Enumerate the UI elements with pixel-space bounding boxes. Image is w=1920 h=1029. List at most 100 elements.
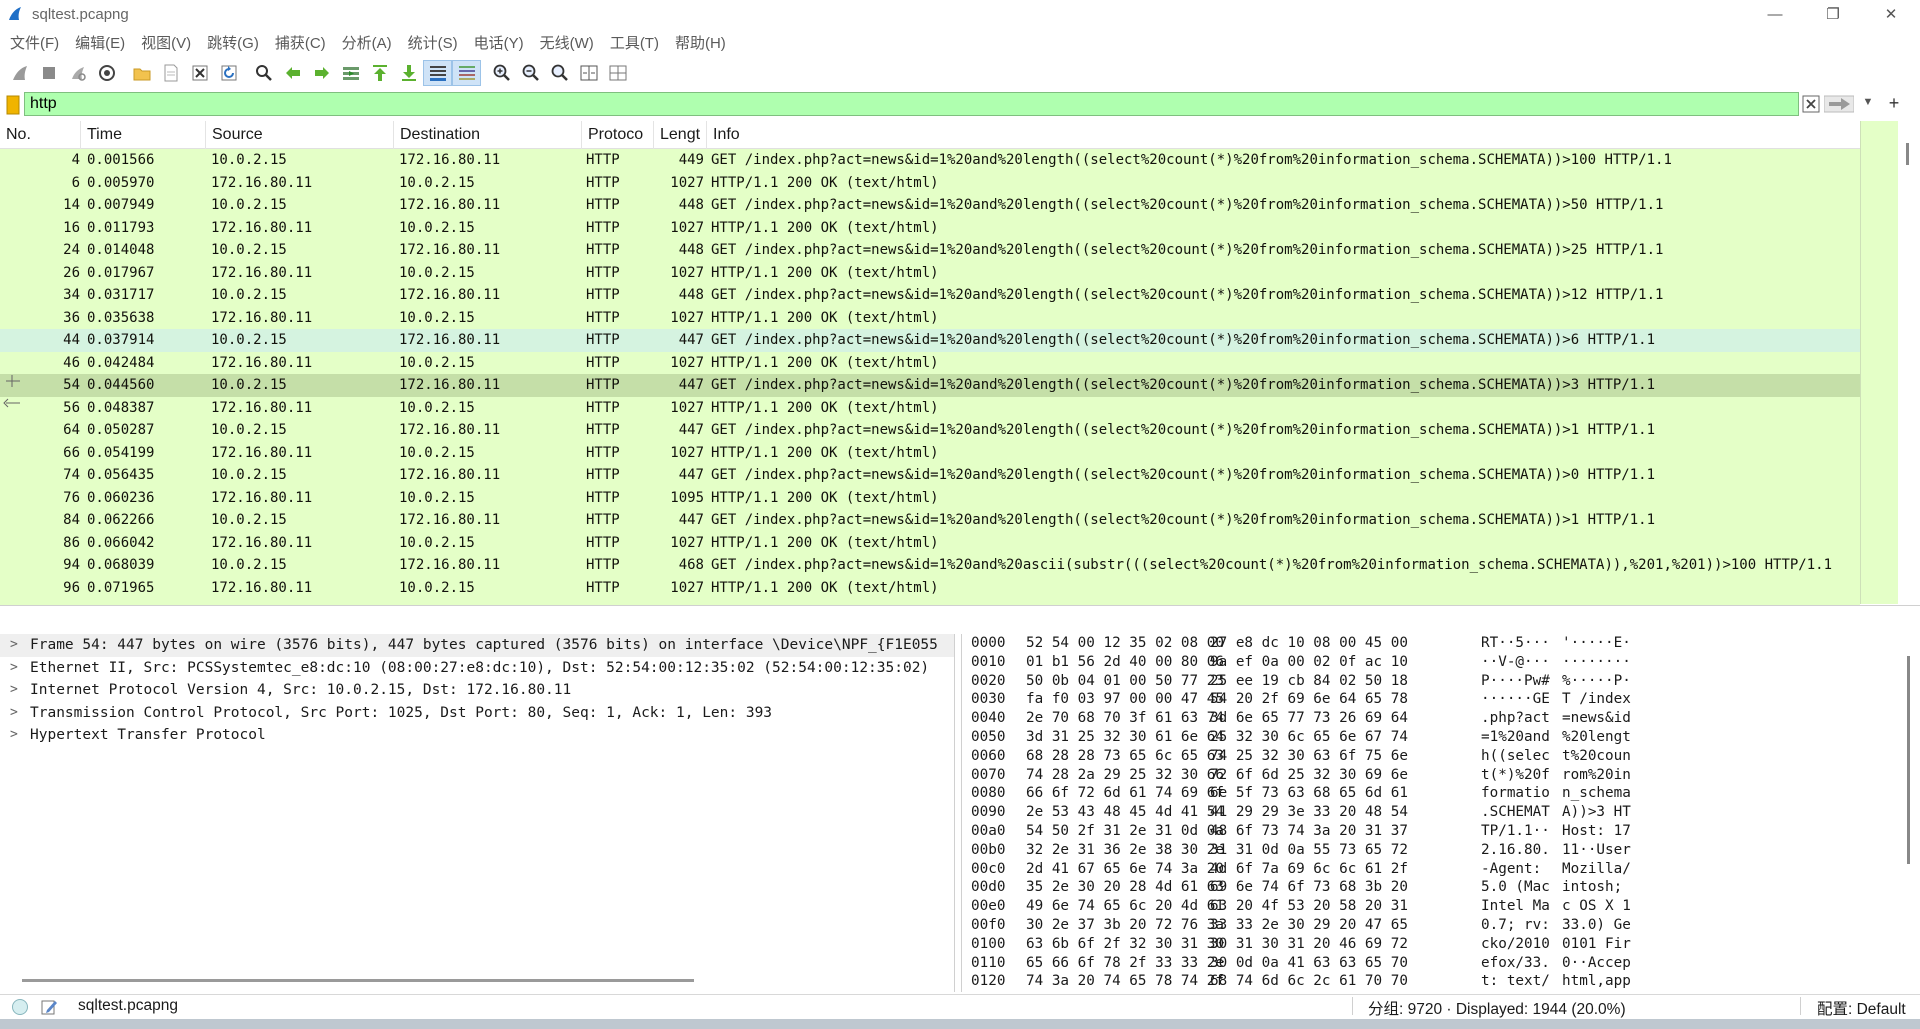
menu-tools[interactable]: 工具(T) <box>602 32 667 53</box>
close-window-button[interactable]: ✕ <box>1862 0 1920 28</box>
go-to-packet-button[interactable] <box>336 60 365 86</box>
column-header-source[interactable]: Source <box>206 121 394 149</box>
zoom-out-button[interactable] <box>516 60 545 86</box>
detail-row-http[interactable]: > Hypertext Transfer Protocol <box>0 724 954 747</box>
minimize-button[interactable]: — <box>1746 0 1804 28</box>
hex-dump-row[interactable]: 00b0 32 2e 31 36 2e 38 30 2e 31 31 0d 0a 5… <box>962 841 1902 860</box>
menu-capture[interactable]: 捕获(C) <box>267 32 334 53</box>
hex-dump-row[interactable]: 00a0 54 50 2f 31 2e 31 0d 0a 48 6f 73 74 3… <box>962 822 1902 841</box>
expert-info-icon[interactable] <box>12 999 28 1015</box>
chevron-right-icon[interactable]: > <box>10 657 18 680</box>
restart-capture-button[interactable] <box>63 60 92 86</box>
hex-dump-row[interactable]: 0120 74 3a 20 74 65 78 74 2f 68 74 6d 6c 2… <box>962 972 1902 991</box>
column-header-info[interactable]: Info <box>707 121 1860 149</box>
clear-filter-icon[interactable] <box>1802 95 1820 113</box>
detail-row-ipv4[interactable]: > Internet Protocol Version 4, Src: 10.0.… <box>0 679 954 702</box>
hex-dump-row[interactable]: 00f0 30 2e 37 3b 20 72 76 3a 33 33 2e 30 2… <box>962 916 1902 935</box>
hex-dump-row[interactable]: 0010 01 b1 56 2d 40 00 80 06 9a ef 0a 00 0… <box>962 653 1902 672</box>
packet-row[interactable]: 14 0.007949 10.0.2.15 172.16.80.11 HTTP 448 GE… <box>0 194 1860 217</box>
packet-row[interactable]: 4 0.001566 10.0.2.15 172.16.80.11 HTTP 449 GET… <box>0 149 1860 172</box>
go-back-button[interactable] <box>278 60 307 86</box>
packet-row-partial[interactable] <box>0 599 1860 605</box>
detail-row-ethernet[interactable]: > Ethernet II, Src: PCSSystemtec_e8:dc:10… <box>0 657 954 680</box>
edit-comment-icon[interactable] <box>40 998 58 1016</box>
column-header-destination[interactable]: Destination <box>394 121 582 149</box>
add-filter-button-plus-icon[interactable]: + <box>1884 92 1904 116</box>
hex-dump-row[interactable]: 0100 63 6b 6f 2f 32 30 31 30 30 31 30 31 2… <box>962 935 1902 954</box>
menu-help[interactable]: 帮助(H) <box>667 32 734 53</box>
resize-columns-button[interactable] <box>574 60 603 86</box>
packet-row[interactable]: 84 0.062266 10.0.2.15 172.16.80.11 HTTP 447 GE… <box>0 509 1860 532</box>
packet-row[interactable]: 94 0.068039 10.0.2.15 172.16.80.11 HTTP 468 GE… <box>0 554 1860 577</box>
hex-dump-row[interactable]: 0060 68 28 28 73 65 6c 65 63 74 25 32 30 6… <box>962 747 1902 766</box>
chevron-right-icon[interactable]: > <box>10 702 18 725</box>
layout-button[interactable] <box>603 60 632 86</box>
menu-go[interactable]: 跳转(G) <box>199 32 267 53</box>
chevron-right-icon[interactable]: > <box>10 679 18 702</box>
packet-row[interactable]: 54 0.044560 10.0.2.15 172.16.80.11 HTTP 447 GE… <box>0 374 1860 397</box>
menu-edit[interactable]: 编辑(E) <box>67 32 133 53</box>
hex-dump-row[interactable]: 0090 2e 53 43 48 45 4d 41 54 41 29 29 3e 3… <box>962 803 1902 822</box>
close-file-button[interactable] <box>185 60 214 86</box>
hex-dump-row[interactable]: 00e0 49 6e 74 65 6c 20 4d 61 63 20 4f 53 2… <box>962 897 1902 916</box>
restore-button[interactable]: ❐ <box>1804 0 1862 28</box>
hex-dump-row[interactable]: 0030 fa f0 03 97 00 00 47 45 54 20 2f 69 6… <box>962 690 1902 709</box>
column-header-length[interactable]: Lengt <box>654 121 707 149</box>
filter-bookmark-button[interactable] <box>3 93 23 117</box>
column-header-protocol[interactable]: Protoco <box>582 121 654 149</box>
hex-dump-row[interactable]: 0000 52 54 00 12 35 02 08 00 27 e8 dc 10 0… <box>962 634 1902 653</box>
packet-row[interactable]: 96 0.071965 172.16.80.11 10.0.2.15 HTTP 1027 H… <box>0 576 1860 599</box>
reload-file-button[interactable] <box>214 60 243 86</box>
packet-row[interactable]: 46 0.042484 172.16.80.11 10.0.2.15 HTTP 1027 H… <box>0 351 1860 374</box>
go-first-packet-button[interactable] <box>365 60 394 86</box>
menu-wireless[interactable]: 无线(W) <box>532 32 602 53</box>
packet-row[interactable]: 16 0.011793 172.16.80.11 10.0.2.15 HTTP 1027 H… <box>0 216 1860 239</box>
packet-row[interactable]: 26 0.017967 172.16.80.11 10.0.2.15 HTTP 1027 H… <box>0 261 1860 284</box>
details-horizontal-scroll-thumb[interactable] <box>22 979 694 982</box>
zoom-normal-button[interactable] <box>545 60 574 86</box>
hex-dump-row[interactable]: 0040 2e 70 68 70 3f 61 63 74 3d 6e 65 77 7… <box>962 709 1902 728</box>
auto-scroll-button[interactable] <box>423 60 452 86</box>
packet-row[interactable]: 44 0.037914 10.0.2.15 172.16.80.11 HTTP 447 GE… <box>0 329 1860 352</box>
stop-capture-button[interactable] <box>34 60 63 86</box>
menu-telephony[interactable]: 电话(Y) <box>466 32 532 53</box>
packet-list-scroll-thumb[interactable] <box>1906 143 1909 165</box>
hex-dump-row[interactable]: 00d0 35 2e 30 20 28 4d 61 63 69 6e 74 6f 7… <box>962 878 1902 897</box>
chevron-right-icon[interactable]: > <box>10 634 18 657</box>
hex-dump-row[interactable]: 0070 74 28 2a 29 25 32 30 66 72 6f 6d 25 3… <box>962 766 1902 785</box>
filter-history-chevron-down-icon[interactable]: ▼ <box>1860 96 1876 112</box>
menu-view[interactable]: 视图(V) <box>133 32 199 53</box>
detail-row-tcp[interactable]: > Transmission Control Protocol, Src Port… <box>0 702 954 725</box>
column-header-no[interactable]: No. <box>0 121 81 149</box>
go-forward-button[interactable] <box>307 60 336 86</box>
display-filter-input[interactable]: http <box>24 92 1799 116</box>
packet-row[interactable]: 76 0.060236 172.16.80.11 10.0.2.15 HTTP 1095 H… <box>0 486 1860 509</box>
hex-dump-row[interactable]: 0080 66 6f 72 6d 61 74 69 6f 6e 5f 73 63 6… <box>962 784 1902 803</box>
capture-options-button[interactable] <box>92 60 121 86</box>
packet-row[interactable]: 74 0.056435 10.0.2.15 172.16.80.11 HTTP 447 GE… <box>0 464 1860 487</box>
hex-dump-row[interactable]: 00c0 2d 41 67 65 6e 74 3a 20 4d 6f 7a 69 6… <box>962 860 1902 879</box>
column-header-time[interactable]: Time <box>81 121 206 149</box>
hex-dump-row[interactable]: 0110 65 66 6f 78 2f 33 33 2e 30 0d 0a 41 6… <box>962 954 1902 973</box>
hex-dump-row[interactable]: 0020 50 0b 04 01 00 50 77 23 25 ee 19 cb 8… <box>962 672 1902 691</box>
apply-filter-arrow-icon[interactable] <box>1824 95 1854 113</box>
menu-statistics[interactable]: 统计(S) <box>400 32 466 53</box>
colorize-button[interactable] <box>452 60 481 86</box>
open-file-button[interactable] <box>127 60 156 86</box>
packet-row[interactable]: 66 0.054199 172.16.80.11 10.0.2.15 HTTP 1027 H… <box>0 441 1860 464</box>
packet-row[interactable]: 24 0.014048 10.0.2.15 172.16.80.11 HTTP 448 GE… <box>0 239 1860 262</box>
menu-analyze[interactable]: 分析(A) <box>334 32 400 53</box>
hex-dump-row[interactable]: 0050 3d 31 25 32 30 61 6e 64 25 32 30 6c 6… <box>962 728 1902 747</box>
packet-row[interactable]: 34 0.031717 10.0.2.15 172.16.80.11 HTTP 448 GE… <box>0 284 1860 307</box>
bytes-scroll-thumb[interactable] <box>1907 656 1910 864</box>
packet-list-scrollbar[interactable] <box>1898 121 1920 604</box>
save-file-button[interactable] <box>156 60 185 86</box>
zoom-in-button[interactable] <box>487 60 516 86</box>
packet-row[interactable]: 56 0.048387 172.16.80.11 10.0.2.15 HTTP 1027 H… <box>0 396 1860 419</box>
packet-row[interactable]: 6 0.005970 172.16.80.11 10.0.2.15 HTTP 1027 HT… <box>0 171 1860 194</box>
start-capture-button[interactable] <box>5 60 34 86</box>
chevron-right-icon[interactable]: > <box>10 724 18 747</box>
packet-list-minimap[interactable] <box>1860 121 1900 604</box>
find-packet-button[interactable] <box>249 60 278 86</box>
packet-row[interactable]: 86 0.066042 172.16.80.11 10.0.2.15 HTTP 1027 H… <box>0 531 1860 554</box>
